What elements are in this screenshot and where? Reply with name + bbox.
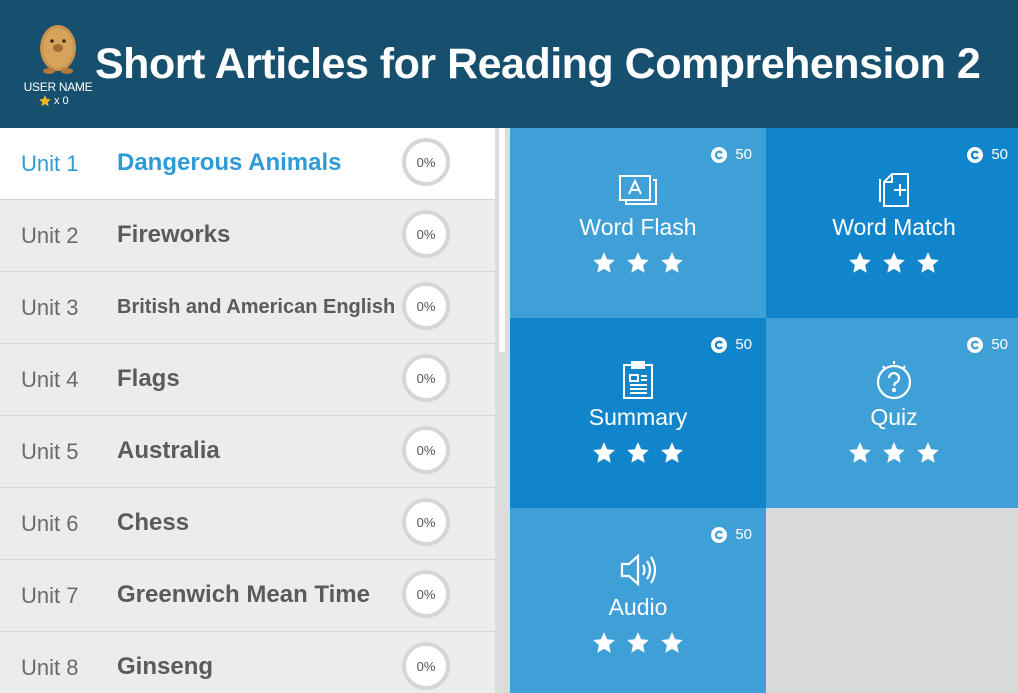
points-badge: 50: [711, 146, 752, 163]
unit-progress: 0%: [402, 642, 450, 690]
coin-icon: [711, 336, 728, 353]
unit-number: Unit 7: [21, 583, 79, 608]
unit-progress: 0%: [402, 498, 450, 546]
activity-summary[interactable]: 50 Summary: [510, 318, 766, 508]
star-icon: [593, 442, 615, 463]
unit-number: Unit 6: [21, 511, 79, 536]
page-title: Short Articles for Reading Comprehension…: [95, 40, 981, 88]
user-avatar-icon[interactable]: [38, 24, 78, 76]
unit-row-5[interactable]: Unit 5 Australia 0%: [0, 416, 495, 488]
unit-row-6[interactable]: Unit 6 Chess 0%: [0, 488, 495, 560]
star-icon: [627, 442, 649, 463]
points-badge: 50: [711, 336, 752, 353]
activity-label: Audio: [608, 594, 668, 620]
star-icon: [883, 252, 905, 273]
unit-title: Flags: [117, 365, 180, 392]
star-icon: [849, 442, 871, 463]
unit-row-1[interactable]: Unit 1 Dangerous Animals 0%: [0, 128, 495, 200]
activity-label: Word Match: [832, 214, 956, 240]
unit-title: Chess: [117, 509, 190, 536]
activity-label: Quiz: [870, 404, 918, 430]
activity-tiles: 50 Word Flash 50 Word Match 50 Summary 5…: [510, 128, 1018, 693]
star-icon: [917, 442, 939, 463]
app: USER NAME x 0 Short Articles for Reading…: [0, 0, 1018, 693]
card-add-icon: [879, 173, 909, 207]
star-icon: [883, 442, 905, 463]
points-badge: 50: [967, 336, 1008, 353]
coin-icon: [711, 146, 728, 163]
coin-icon: [967, 336, 984, 353]
unit-row-2[interactable]: Unit 2 Fireworks 0%: [0, 200, 495, 272]
star-icon: [39, 95, 51, 107]
unit-progress: 0%: [402, 570, 450, 618]
activity-label: Word Flash: [579, 214, 697, 240]
activity-label: Summary: [588, 404, 688, 430]
unit-number: Unit 1: [21, 151, 79, 176]
activity-stars: [510, 440, 766, 466]
unit-progress: 0%: [402, 354, 450, 402]
activity-quiz[interactable]: 50 Quiz: [766, 318, 1018, 508]
unit-title: British and American English: [117, 296, 396, 318]
activity-audio[interactable]: 50 Audio: [510, 508, 766, 693]
unit-number: Unit 2: [21, 223, 79, 248]
star-icon: [593, 632, 615, 653]
star-count-text: x 0: [54, 95, 69, 107]
unit-row-3[interactable]: Unit 3 British and American English 0%: [0, 272, 495, 344]
activity-stars: [510, 630, 766, 656]
star-icon: [661, 442, 683, 463]
star-icon: [661, 632, 683, 653]
unit-row-7[interactable]: Unit 7 Greenwich Mean Time 0%: [0, 560, 495, 632]
clipboard-icon: [623, 361, 653, 399]
coin-icon: [711, 526, 728, 543]
unit-title: Greenwich Mean Time: [117, 581, 370, 608]
user-star-count: x 0: [38, 94, 69, 108]
star-icon: [661, 252, 683, 273]
star-icon: [627, 252, 649, 273]
unit-progress: 0%: [402, 138, 450, 186]
unit-title: Ginseng: [117, 653, 214, 680]
points-value: 50: [991, 336, 1008, 353]
header: USER NAME x 0 Short Articles for Reading…: [0, 0, 1018, 128]
unit-progress: 0%: [402, 426, 450, 474]
star-icon: [593, 252, 615, 273]
scrollbar-thumb[interactable]: [499, 128, 505, 352]
unit-row-4[interactable]: Unit 4 Flags 0%: [0, 344, 495, 416]
unit-number: Unit 5: [21, 439, 79, 464]
speaker-icon: [620, 553, 657, 587]
star-icon: [917, 252, 939, 273]
coin-icon: [967, 146, 984, 163]
points-value: 50: [991, 146, 1008, 163]
unit-title: Australia: [117, 437, 220, 464]
points-value: 50: [735, 146, 752, 163]
points-badge: 50: [967, 146, 1008, 163]
unit-title: Fireworks: [117, 221, 231, 248]
unit-title: Dangerous Animals: [117, 149, 342, 176]
activity-word-match[interactable]: 50 Word Match: [766, 128, 1018, 318]
activity-word-flash[interactable]: 50 Word Flash: [510, 128, 766, 318]
points-value: 50: [735, 526, 752, 543]
points-value: 50: [735, 336, 752, 353]
activity-stars: [766, 440, 1018, 466]
unit-number: Unit 8: [21, 655, 79, 680]
question-bulb-icon: [876, 361, 912, 400]
star-icon: [849, 252, 871, 273]
unit-progress: 0%: [402, 210, 450, 258]
user-name: USER NAME: [23, 80, 93, 94]
unit-row-8[interactable]: Unit 8 Ginseng 0%: [0, 632, 495, 693]
activity-stars: [510, 250, 766, 276]
points-badge: 50: [711, 526, 752, 543]
flashcard-icon: [619, 175, 657, 205]
activity-stars: [766, 250, 1018, 276]
unit-progress: 0%: [402, 282, 450, 330]
star-icon: [627, 632, 649, 653]
unit-list-scrollbar[interactable]: [495, 128, 510, 693]
unit-number: Unit 3: [21, 295, 79, 320]
unit-list: Unit 1 Dangerous Animals 0% Unit 2 Firew…: [0, 128, 495, 693]
unit-number: Unit 4: [21, 367, 79, 392]
